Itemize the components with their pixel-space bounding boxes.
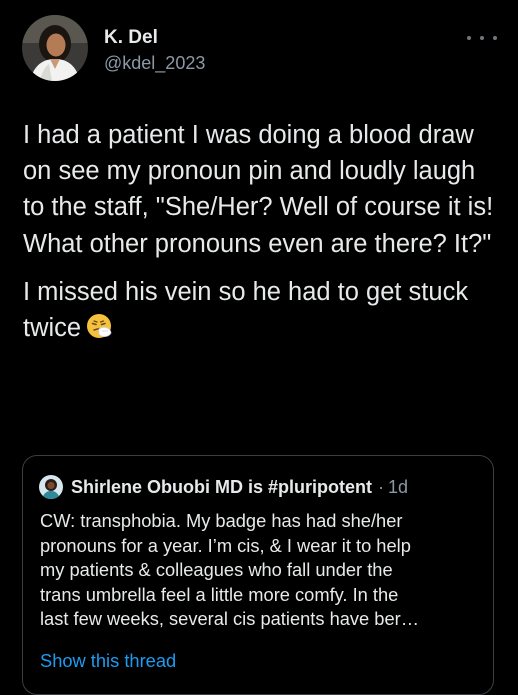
quoted-text-line: pronouns for a year. I’m cis, & I wear i… <box>40 534 411 556</box>
author-avatar[interactable] <box>22 15 88 81</box>
tweet-paragraph-2: I missed his vein so he had to get stuck… <box>23 274 503 350</box>
quoted-tweet-text: CW: transphobia. My badge has had she/he… <box>40 509 488 632</box>
quoted-text-line: my patients & colleagues who fall under … <box>40 559 393 581</box>
quoted-avatar-photo-icon <box>39 475 63 499</box>
author-handle[interactable]: @kdel_2023 <box>104 53 205 74</box>
quoted-text-line: CW: transphobia. My badge has had she/he… <box>40 510 403 531</box>
quoted-text-line: trans umbrella feel a little more comfy.… <box>40 583 399 605</box>
more-dot <box>467 36 471 40</box>
more-dot <box>493 36 497 40</box>
timestamp-separator: · <box>378 476 385 497</box>
quoted-text-line: last few weeks, several cis patients hav… <box>40 608 419 630</box>
quoted-timestamp[interactable]: 1d <box>388 477 408 498</box>
avatar-photo-icon <box>22 15 88 81</box>
tweet-paragraph-1: I had a patient I was doing a blood draw… <box>23 121 494 258</box>
more-options-icon[interactable] <box>467 28 497 48</box>
quoted-author-avatar[interactable] <box>39 475 63 499</box>
author-name[interactable]: K. Del <box>104 27 158 49</box>
show-thread-link[interactable]: Show this thread <box>40 650 176 672</box>
more-dot <box>480 36 484 40</box>
tweet: K. Del @kdel_2023 I had a patient I was … <box>0 0 518 695</box>
quoted-author-name[interactable]: Shirlene Obuobi MD is #pluripotent <box>71 477 372 498</box>
quoted-tweet-card[interactable]: Shirlene Obuobi MD is #pluripotent · 1d … <box>22 455 494 695</box>
quoted-tweet-header: Shirlene Obuobi MD is #pluripotent · 1d <box>39 475 408 499</box>
sneezing-face-emoji-icon <box>85 312 113 350</box>
tweet-text: I had a patient I was doing a blood draw… <box>23 117 503 350</box>
